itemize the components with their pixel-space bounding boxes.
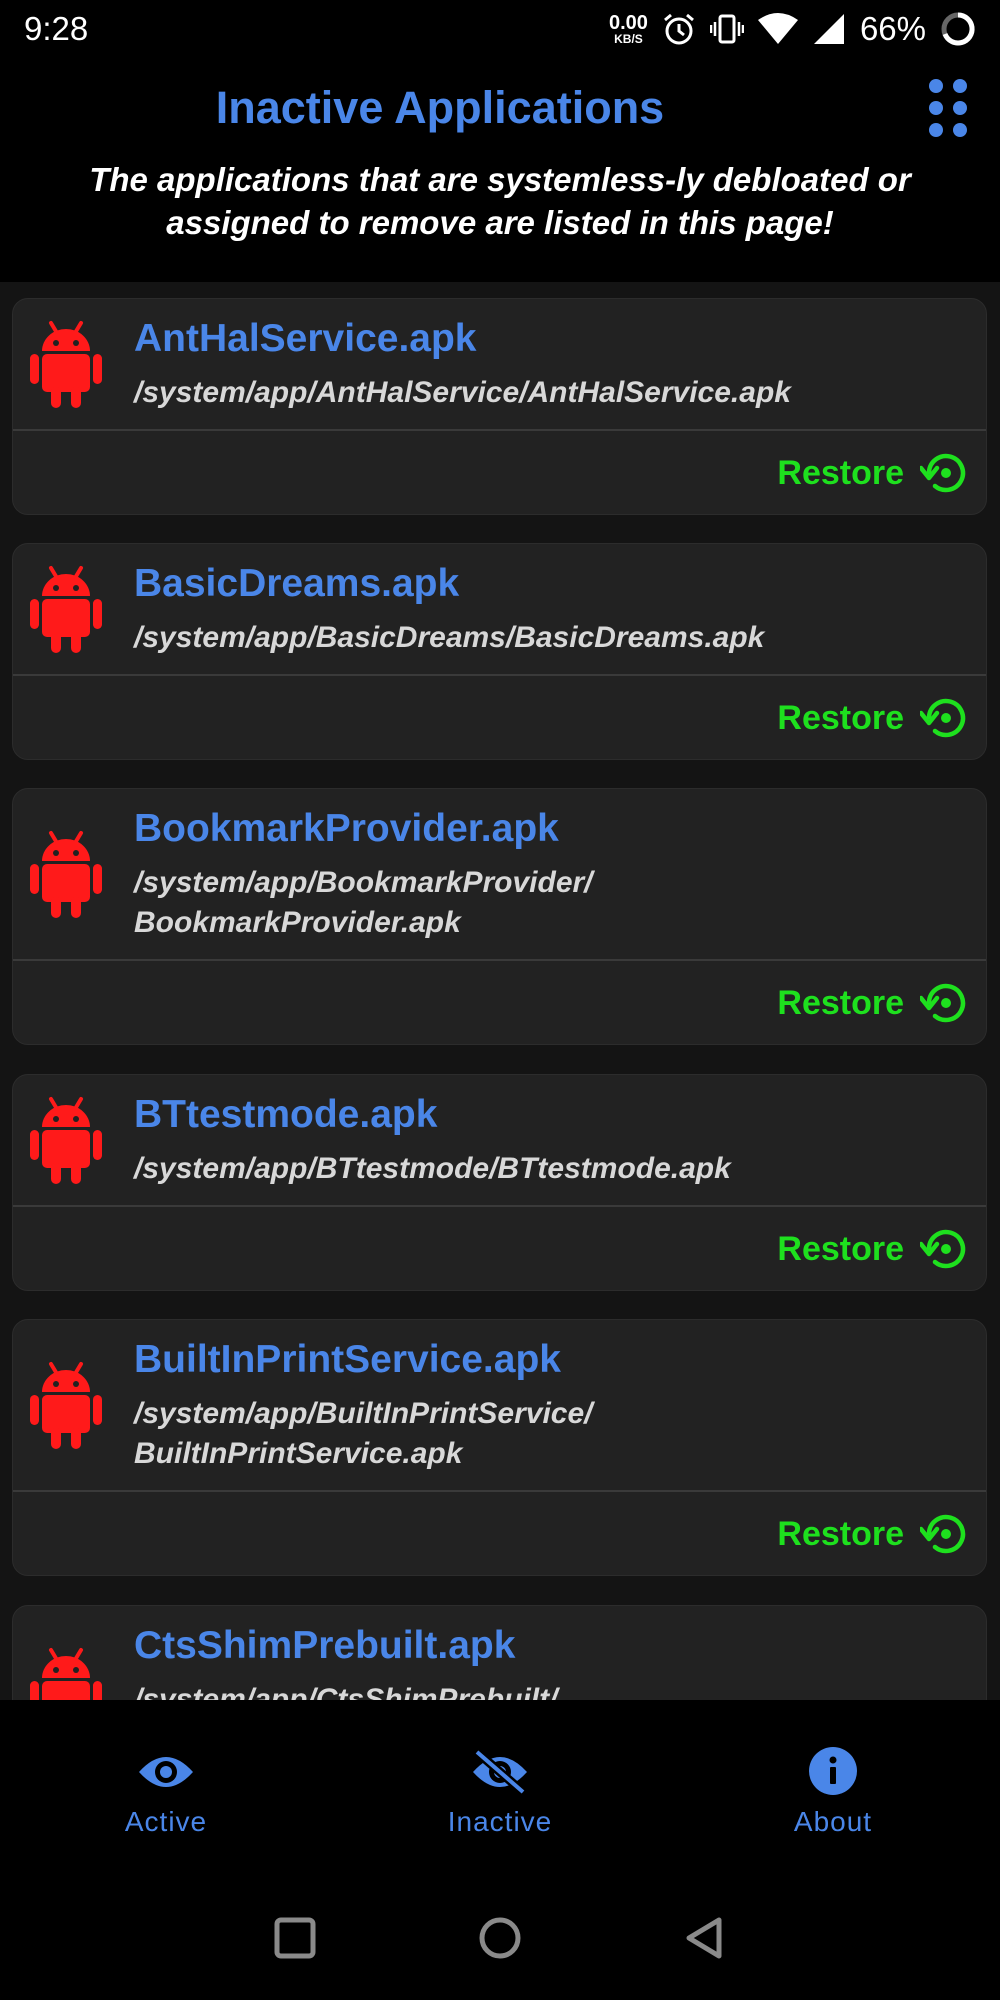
app-path: /system/app/BasicDreams/BasicDreams.apk	[134, 621, 765, 654]
status-time: 9:28	[24, 10, 89, 47]
restore-button[interactable]: Restore	[777, 445, 970, 501]
app-card-actions: Restore	[13, 431, 986, 514]
restore-label: Restore	[777, 983, 904, 1022]
restore-icon	[920, 1514, 966, 1554]
status-bar: 9:28 0.00 KB/S 66%	[0, 0, 1000, 58]
app-path: /system/app/BuiltInPrintService/ BuiltIn…	[134, 1397, 593, 1470]
app-name: BookmarkProvider.apk	[134, 807, 559, 850]
app-name: CtsShimPrebuilt.apk	[134, 1624, 516, 1667]
nav-item-about[interactable]: About	[733, 1700, 933, 1870]
alarm-icon	[663, 13, 694, 45]
restore-icon	[920, 983, 966, 1023]
android-icon	[30, 1097, 102, 1184]
app-name: AntHalService.apk	[134, 317, 477, 360]
restore-icon	[920, 453, 966, 493]
nav-item-active[interactable]: Active	[66, 1700, 266, 1870]
restore-button[interactable]: Restore	[777, 690, 970, 746]
recents-icon[interactable]	[265, 1908, 325, 1968]
page-title: Inactive Applications	[215, 82, 665, 133]
app-name: BasicDreams.apk	[134, 562, 460, 605]
battery-icon	[941, 12, 975, 46]
app-path: /system/app/CtsShimPrebuilt/	[134, 1683, 558, 1700]
network-speed-unit: KB/S	[614, 32, 643, 46]
app-card: BTtestmode.apk /system/app/BTtestmode/BT…	[12, 1074, 987, 1291]
wifi-icon	[757, 13, 798, 44]
home-icon[interactable]	[470, 1908, 530, 1968]
info-icon	[809, 1747, 857, 1795]
android-icon	[30, 566, 102, 653]
android-icon	[30, 1362, 102, 1449]
app-card-info: AntHalService.apk /system/app/AntHalServ…	[13, 299, 986, 431]
restore-icon	[920, 698, 966, 738]
app-card: BasicDreams.apk /system/app/BasicDreams/…	[12, 543, 987, 760]
back-icon[interactable]	[675, 1908, 735, 1968]
app-card-info: BookmarkProvider.apk /system/app/Bookmar…	[13, 789, 986, 961]
android-icon	[30, 1648, 102, 1700]
signal-icon	[813, 14, 844, 44]
page-header: Inactive Applications The applications t…	[0, 58, 1000, 282]
android-icon	[30, 321, 102, 408]
restore-label: Restore	[777, 1229, 904, 1268]
eye-off-icon	[473, 1750, 527, 1794]
nav-label-active: Active	[124, 1806, 208, 1837]
app-card: BuiltInPrintService.apk /system/app/Buil…	[12, 1319, 987, 1576]
inactive-app-list[interactable]: AntHalService.apk /system/app/AntHalServ…	[0, 282, 1000, 1700]
restore-label: Restore	[777, 453, 904, 492]
system-navigation-bar	[0, 1870, 1000, 2000]
vibrate-icon	[709, 14, 744, 44]
bottom-navigation: Active Inactive About	[0, 1700, 1000, 1870]
nav-label-about: About	[793, 1806, 873, 1837]
nav-item-inactive[interactable]: Inactive	[400, 1700, 600, 1870]
app-path: /system/app/BTtestmode/BTtestmode.apk	[134, 1152, 731, 1185]
app-name: BTtestmode.apk	[134, 1093, 438, 1136]
network-speed-value: 0.00	[609, 12, 648, 34]
network-speed: 0.00 KB/S	[609, 13, 648, 45]
app-card-actions: Restore	[13, 961, 986, 1044]
restore-button[interactable]: Restore	[777, 1506, 970, 1562]
app-card: BookmarkProvider.apk /system/app/Bookmar…	[12, 788, 987, 1045]
eye-icon	[139, 1757, 193, 1787]
app-card-info: BTtestmode.apk /system/app/BTtestmode/BT…	[13, 1075, 986, 1207]
app-card: CtsShimPrebuilt.apk /system/app/CtsShimP…	[12, 1605, 987, 1700]
app-card-info: CtsShimPrebuilt.apk /system/app/CtsShimP…	[13, 1606, 986, 1700]
nav-label-inactive: Inactive	[447, 1806, 553, 1837]
app-card-actions: Restore	[13, 676, 986, 759]
app-name: BuiltInPrintService.apk	[134, 1338, 561, 1381]
restore-button[interactable]: Restore	[777, 1221, 970, 1277]
restore-button[interactable]: Restore	[777, 975, 970, 1031]
app-path: /system/app/AntHalService/AntHalService.…	[134, 376, 791, 409]
android-icon	[30, 831, 102, 918]
app-card: AntHalService.apk /system/app/AntHalServ…	[12, 298, 987, 515]
restore-label: Restore	[777, 698, 904, 737]
page-subtitle: The applications that are systemless-ly …	[89, 161, 911, 241]
app-card-actions: Restore	[13, 1492, 986, 1575]
app-card-info: BuiltInPrintService.apk /system/app/Buil…	[13, 1320, 986, 1492]
restore-icon	[920, 1229, 966, 1269]
grid-dots-icon[interactable]	[926, 76, 970, 140]
app-path: /system/app/BookmarkProvider/ BookmarkPr…	[134, 866, 593, 939]
battery-percent: 66%	[859, 10, 926, 47]
app-card-actions: Restore	[13, 1207, 986, 1290]
status-icons: 0.00 KB/S 66%	[609, 10, 976, 48]
app-card-info: BasicDreams.apk /system/app/BasicDreams/…	[13, 544, 986, 676]
restore-label: Restore	[777, 1514, 904, 1553]
